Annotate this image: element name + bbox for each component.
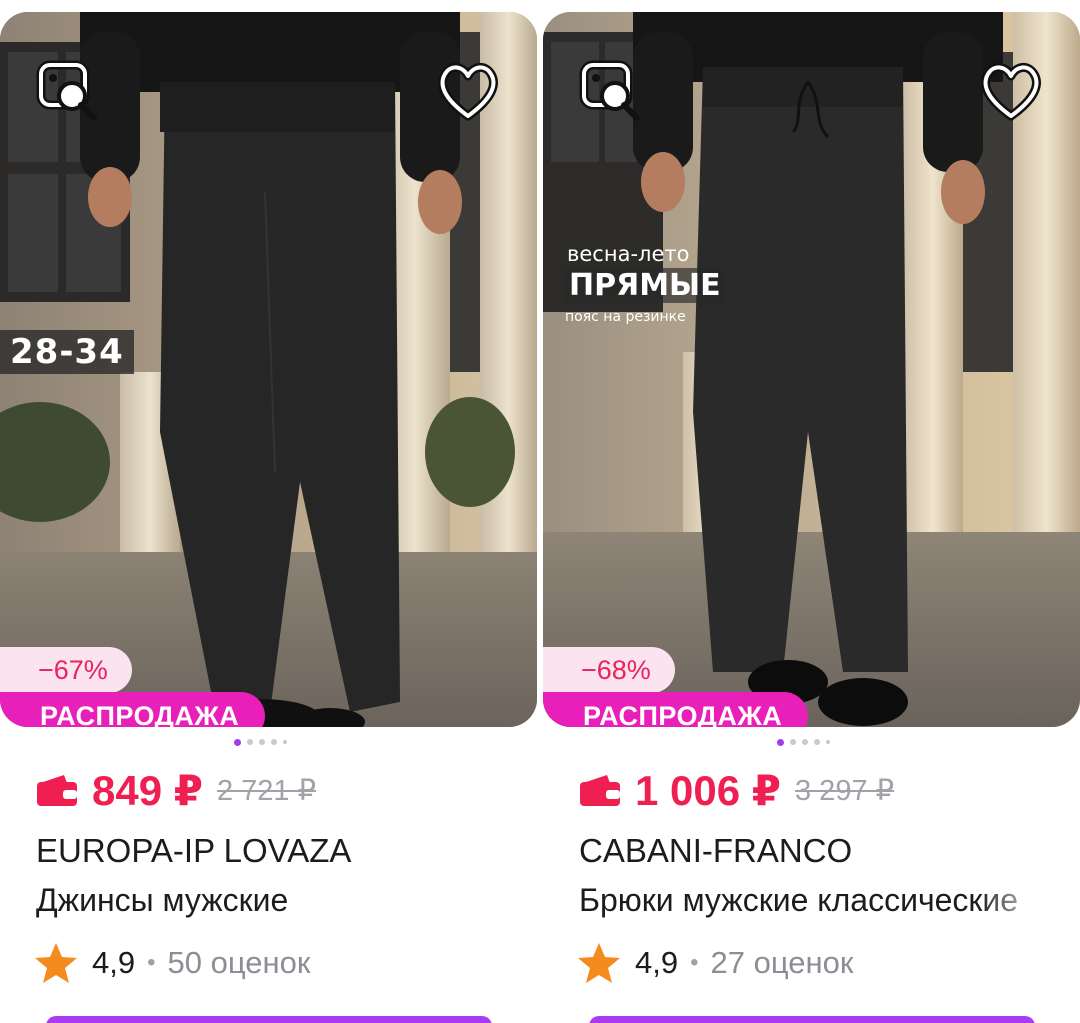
- photo-pagination-dots: [777, 738, 830, 746]
- promo-season: весна-лето: [567, 242, 690, 266]
- sale-badge: РАСПРОДАЖА: [543, 692, 809, 727]
- image-search-icon[interactable]: [36, 58, 102, 124]
- dot: [826, 740, 830, 744]
- product-card-2[interactable]: весна-лето ПРЯМЫЕ пояс на резинке −68% Р…: [543, 0, 1080, 1023]
- wallet-icon: [580, 775, 620, 806]
- product-photo-2[interactable]: весна-лето ПРЯМЫЕ пояс на резинке −68% Р…: [543, 12, 1080, 727]
- size-range-label: 28-34: [0, 330, 134, 374]
- discount-badge: −68%: [543, 647, 675, 693]
- dot: [802, 739, 808, 745]
- rating-value: 4,9: [635, 945, 679, 980]
- review-count[interactable]: 50 оценок: [168, 945, 311, 981]
- product-title[interactable]: Джинсы мужские: [36, 882, 506, 919]
- dot: [283, 740, 287, 744]
- photo-pagination-dots: [234, 738, 287, 746]
- rating-separator: •: [690, 949, 699, 976]
- current-price: 849 ₽: [92, 766, 203, 814]
- heart-icon[interactable]: [976, 56, 1046, 126]
- dot: [790, 739, 796, 745]
- product-card-1[interactable]: 28-34 −67% РАСПРОДАЖА 849 ₽ 2 721 ₽ EURO…: [0, 0, 537, 1023]
- star-icon: [35, 943, 77, 983]
- dot: [271, 739, 277, 745]
- rating-value: 4,9: [92, 945, 136, 980]
- sale-badge: РАСПРОДАЖА: [0, 692, 266, 727]
- image-search-icon[interactable]: [579, 58, 645, 124]
- product-title[interactable]: Брюки мужские классические: [579, 882, 1049, 919]
- wallet-icon: [37, 775, 77, 806]
- star-icon: [578, 943, 620, 983]
- heart-icon[interactable]: [433, 56, 503, 126]
- review-count[interactable]: 27 оценок: [711, 945, 854, 981]
- dot: [259, 739, 265, 745]
- rating-separator: •: [147, 949, 156, 976]
- discount-badge: −67%: [0, 647, 132, 693]
- product-photo-1[interactable]: 28-34 −67% РАСПРОДАЖА: [0, 12, 537, 727]
- price-row: 849 ₽ 2 721 ₽: [36, 762, 316, 818]
- dot-active: [234, 738, 241, 746]
- dot: [814, 739, 820, 745]
- dot-active: [777, 738, 784, 746]
- promo-fit: ПРЯМЫЕ: [565, 268, 725, 303]
- dot: [247, 739, 253, 745]
- brand-name[interactable]: EUROPA-IP LOVAZA: [36, 832, 351, 870]
- product-grid: 28-34 −67% РАСПРОДАЖА 849 ₽ 2 721 ₽ EURO…: [0, 0, 1080, 1023]
- add-to-cart-button[interactable]: [46, 1016, 492, 1023]
- old-price: 3 297 ₽: [795, 774, 895, 807]
- promo-overlay: весна-лето ПРЯМЫЕ пояс на резинке: [565, 242, 725, 325]
- price-row: 1 006 ₽ 3 297 ₽: [579, 762, 894, 818]
- promo-waist: пояс на резинке: [565, 309, 686, 325]
- rating-row: 4,9 • 50 оценок: [34, 940, 310, 986]
- rating-row: 4,9 • 27 оценок: [577, 940, 853, 986]
- old-price: 2 721 ₽: [216, 774, 317, 807]
- current-price: 1 006 ₽: [635, 766, 781, 814]
- brand-name[interactable]: CABANI-FRANCO: [579, 832, 852, 870]
- add-to-cart-button[interactable]: [589, 1016, 1035, 1023]
